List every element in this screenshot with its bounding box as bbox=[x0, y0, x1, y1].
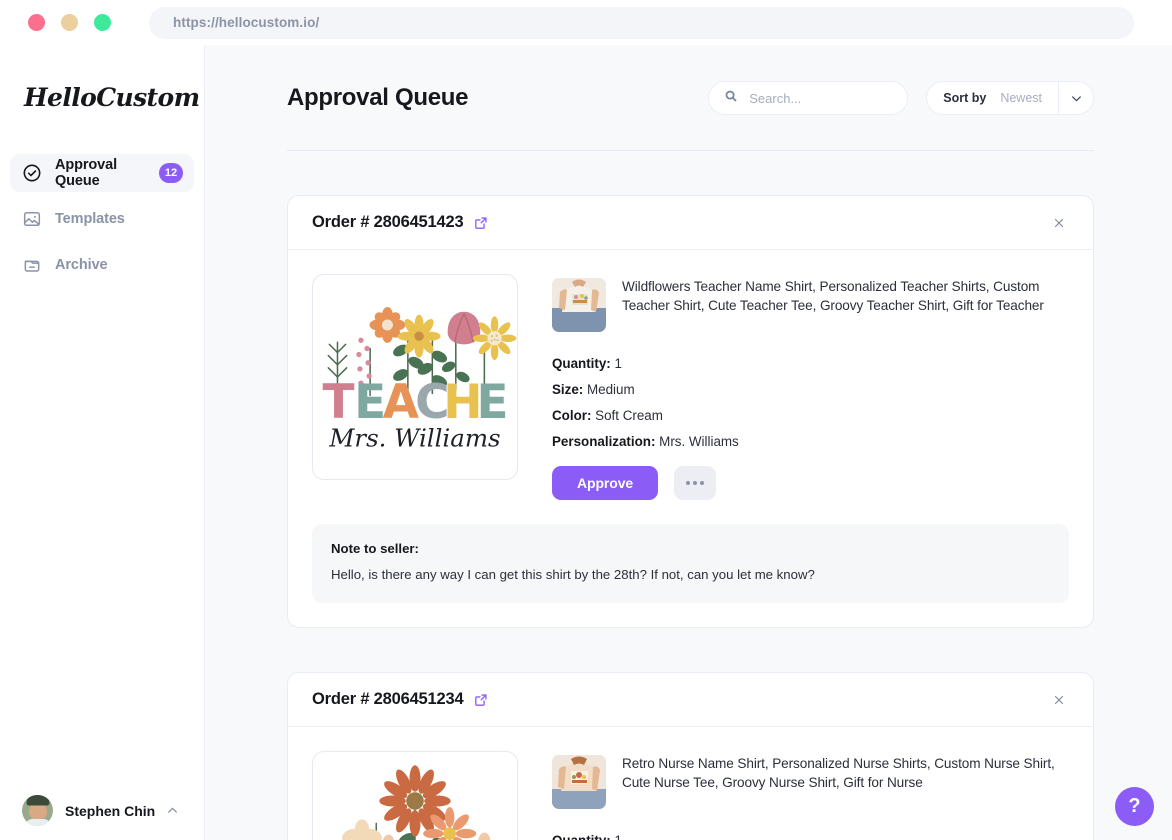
design-preview-teacher[interactable]: T E A C H E Mrs. Williams bbox=[312, 274, 518, 480]
note-to-seller: Note to seller: Hello, is there any way … bbox=[312, 524, 1069, 603]
attribute-label: Color: bbox=[552, 408, 591, 423]
design-preview-nurse[interactable]: N U R S E bbox=[312, 751, 518, 840]
attribute-size: Size: Medium bbox=[552, 382, 1069, 397]
sidebar-item-approval-queue[interactable]: Approval Queue 12 bbox=[10, 154, 194, 192]
attribute-quantity: Quantity: 1 bbox=[552, 356, 1069, 371]
order-attributes: Quantity: 1 Size: Medium Color: Soft Cre… bbox=[552, 356, 1069, 449]
approve-button[interactable]: Approve bbox=[552, 466, 658, 500]
order-card-body: N U R S E bbox=[288, 727, 1093, 840]
page-header: Approval Queue Sort by Newest bbox=[287, 45, 1094, 115]
url-text: https://hellocustom.io/ bbox=[173, 15, 319, 30]
attribute-label: Size: bbox=[552, 382, 583, 397]
attribute-value: Medium bbox=[587, 382, 635, 397]
sort-control[interactable]: Sort by Newest bbox=[926, 81, 1094, 115]
order-card-header: Order # 2806451423 bbox=[288, 196, 1093, 250]
svg-text:Mrs. Williams: Mrs. Williams bbox=[328, 423, 500, 452]
close-icon[interactable] bbox=[1049, 213, 1069, 233]
main-content: Approval Queue Sort by Newest bbox=[205, 45, 1172, 840]
image-icon bbox=[21, 208, 43, 230]
sidebar-item-templates[interactable]: Templates bbox=[10, 200, 194, 238]
svg-text:E: E bbox=[354, 375, 386, 430]
attribute-label: Quantity: bbox=[552, 356, 611, 371]
approval-queue-count-badge: 12 bbox=[159, 163, 183, 183]
attribute-value: Mrs. Williams bbox=[659, 434, 739, 449]
user-name: Stephen Chin bbox=[65, 803, 155, 819]
attribute-personalization: Personalization: Mrs. Williams bbox=[552, 434, 1069, 449]
user-profile-button[interactable]: Stephen Chin bbox=[0, 795, 204, 826]
sidebar-item-label: Approval Queue bbox=[55, 157, 159, 189]
order-card: Order # 2806451423 bbox=[287, 195, 1094, 628]
note-body: Hello, is there any way I can get this s… bbox=[331, 567, 1050, 582]
maximize-window-button[interactable] bbox=[94, 14, 111, 31]
order-card-header: Order # 2806451234 bbox=[288, 673, 1093, 727]
app-shell: HelloCustom Approval Queue 12 bbox=[0, 45, 1172, 840]
check-circle-icon bbox=[21, 162, 43, 184]
order-card-body: T E A C H E Mrs. Williams bbox=[288, 250, 1093, 500]
attribute-label: Personalization: bbox=[552, 434, 655, 449]
attribute-value: 1 bbox=[615, 356, 622, 371]
close-icon[interactable] bbox=[1049, 690, 1069, 710]
order-details: Wildflowers Teacher Name Shirt, Personal… bbox=[552, 274, 1069, 500]
order-actions: Approve bbox=[552, 466, 1069, 500]
chevron-up-icon[interactable] bbox=[165, 803, 180, 818]
sidebar: HelloCustom Approval Queue 12 bbox=[0, 45, 205, 840]
attribute-color: Color: Soft Cream bbox=[552, 408, 1069, 423]
order-attributes: Quantity: 1 Size: Small Color: Dark Gray… bbox=[552, 833, 1069, 840]
product-row: Retro Nurse Name Shirt, Personalized Nur… bbox=[552, 755, 1069, 809]
more-options-button[interactable] bbox=[674, 466, 716, 500]
svg-text:A: A bbox=[383, 375, 420, 430]
attribute-label: Quantity: bbox=[552, 833, 611, 840]
sidebar-item-label: Templates bbox=[55, 211, 125, 227]
order-number: Order # 2806451234 bbox=[312, 690, 463, 709]
svg-text:E: E bbox=[476, 375, 508, 430]
search-input[interactable] bbox=[749, 91, 893, 106]
minimize-window-button[interactable] bbox=[61, 14, 78, 31]
sidebar-item-label: Archive bbox=[55, 257, 108, 273]
header-divider bbox=[287, 150, 1094, 151]
product-thumbnail[interactable] bbox=[552, 278, 606, 332]
chevron-down-icon[interactable] bbox=[1058, 82, 1093, 114]
order-number: Order # 2806451423 bbox=[312, 213, 463, 232]
help-button[interactable]: ? bbox=[1115, 787, 1154, 826]
address-bar[interactable]: https://hellocustom.io/ bbox=[149, 7, 1134, 39]
attribute-value: Soft Cream bbox=[595, 408, 663, 423]
order-card: Order # 2806451234 bbox=[287, 672, 1094, 840]
brand-logo: HelloCustom bbox=[24, 83, 204, 112]
external-link-icon[interactable] bbox=[473, 692, 489, 708]
order-details: Retro Nurse Name Shirt, Personalized Nur… bbox=[552, 751, 1069, 840]
note-title: Note to seller: bbox=[331, 541, 1050, 556]
product-title: Retro Nurse Name Shirt, Personalized Nur… bbox=[622, 755, 1069, 809]
sort-selected-value[interactable]: Newest bbox=[986, 91, 1058, 105]
close-window-button[interactable] bbox=[28, 14, 45, 31]
search-box[interactable] bbox=[708, 81, 908, 115]
header-controls: Sort by Newest bbox=[708, 81, 1094, 115]
sidebar-item-archive[interactable]: Archive bbox=[10, 246, 194, 284]
archive-icon bbox=[21, 254, 43, 276]
attribute-value: 1 bbox=[615, 833, 622, 840]
search-icon bbox=[723, 88, 739, 109]
external-link-icon[interactable] bbox=[473, 215, 489, 231]
sidebar-nav: Approval Queue 12 Templates bbox=[0, 154, 204, 292]
svg-text:T: T bbox=[323, 375, 355, 430]
sort-by-label: Sort by bbox=[927, 91, 986, 105]
product-title: Wildflowers Teacher Name Shirt, Personal… bbox=[622, 278, 1069, 332]
product-thumbnail[interactable] bbox=[552, 755, 606, 809]
window-controls[interactable] bbox=[28, 14, 111, 31]
attribute-quantity: Quantity: 1 bbox=[552, 833, 1069, 840]
page-title: Approval Queue bbox=[287, 84, 468, 112]
dot-icon bbox=[693, 481, 697, 485]
dot-icon bbox=[700, 481, 704, 485]
dot-icon bbox=[686, 481, 690, 485]
browser-chrome: https://hellocustom.io/ bbox=[0, 0, 1172, 45]
product-row: Wildflowers Teacher Name Shirt, Personal… bbox=[552, 278, 1069, 332]
avatar bbox=[22, 795, 53, 826]
